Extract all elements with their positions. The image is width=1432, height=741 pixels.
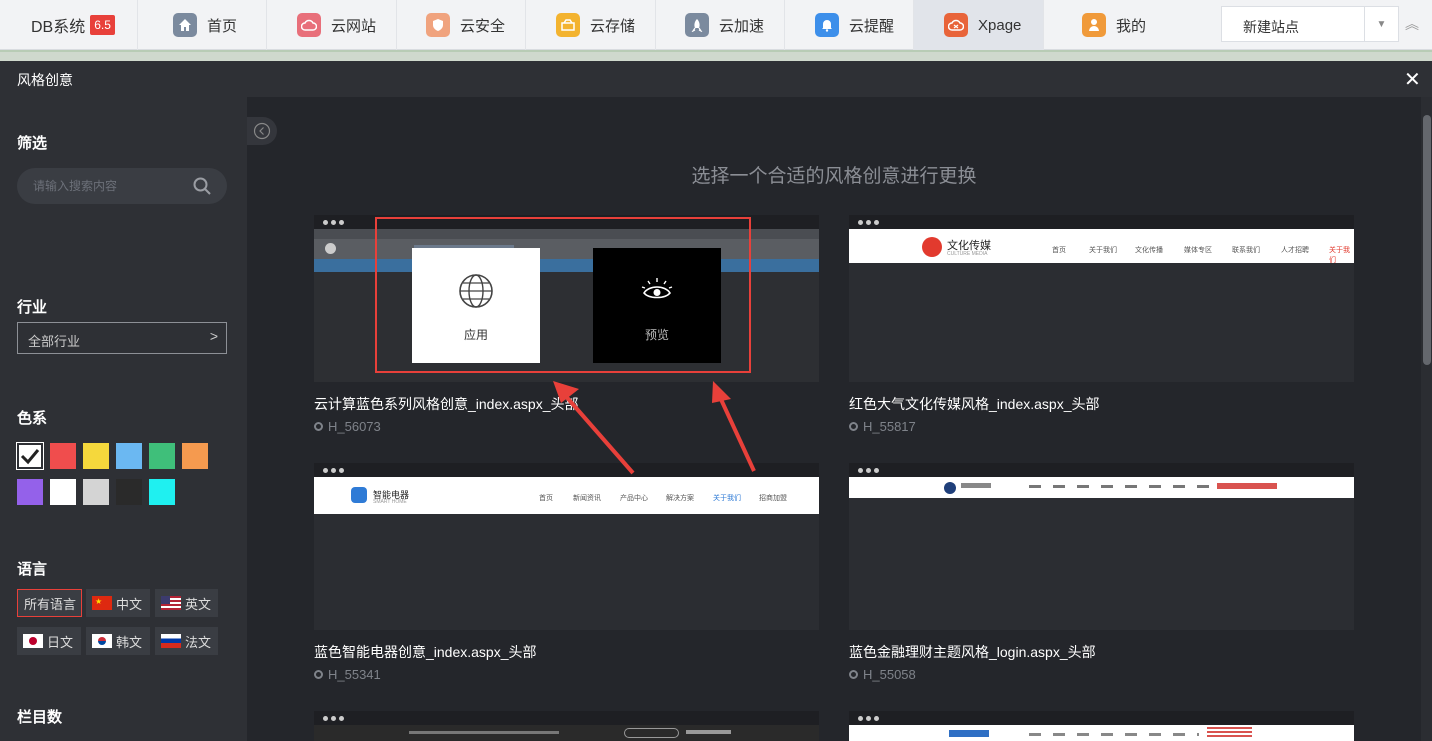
- search-icon[interactable]: [193, 177, 211, 195]
- bell-icon: [815, 13, 839, 37]
- cloud-icon: [297, 13, 321, 37]
- modal-title: 风格创意: [17, 72, 73, 88]
- industry-select[interactable]: 全部行业 >: [17, 322, 227, 354]
- color-swatch-white[interactable]: [50, 479, 76, 505]
- color-swatch-cyan[interactable]: [149, 479, 175, 505]
- nav-item-xpage[interactable]: Xpage: [914, 0, 1044, 50]
- nav-item-cloud-storage[interactable]: 云存储: [526, 0, 656, 50]
- china-flag-icon: ★: [92, 596, 112, 610]
- nav-label: 云存储: [590, 17, 636, 35]
- lang-english[interactable]: 英文: [155, 589, 218, 617]
- nav-label: 我的: [1116, 17, 1147, 35]
- nav-item-cloud-website[interactable]: 云网站: [267, 0, 397, 50]
- industry-title: 行业: [17, 299, 48, 316]
- color-swatch-orange[interactable]: [182, 443, 208, 469]
- language-title: 语言: [17, 561, 48, 578]
- lang-japanese[interactable]: 日文: [17, 627, 81, 655]
- user-icon: [1082, 13, 1106, 37]
- lang-label: 中文: [116, 596, 143, 612]
- japan-flag-icon: [23, 634, 43, 648]
- usa-flag-icon: [161, 596, 181, 610]
- nav-label: 云加速: [719, 17, 765, 35]
- style-gallery: 选择一个合适的风格创意进行更换 应用 预览 云计算蓝色系列风格创意_index.…: [247, 97, 1421, 741]
- nav-label: Xpage: [978, 16, 1022, 34]
- nav-item-cloud-security[interactable]: 云安全: [397, 0, 526, 50]
- version-badge: 6.5: [90, 15, 115, 35]
- site-select[interactable]: 新建站点 ▼: [1221, 6, 1399, 42]
- color-swatch-gray[interactable]: [83, 479, 109, 505]
- page-strip: [0, 50, 1432, 61]
- lang-label: 英文: [185, 596, 212, 612]
- color-swatch-green[interactable]: [149, 443, 175, 469]
- nav-item-home[interactable]: 首页: [138, 0, 267, 50]
- column-count-title: 栏目数: [17, 709, 63, 726]
- lang-french[interactable]: 法文: [155, 627, 218, 655]
- lang-korean[interactable]: 韩文: [86, 627, 150, 655]
- top-navigation-bar: DB系统 6.5 首页 云网站 云安全 云存储 云加速 云提醒 Xpage 我的…: [0, 0, 1432, 50]
- russia-flag-icon: [161, 634, 181, 648]
- site-select-value: 新建站点: [1243, 19, 1299, 35]
- color-swatch-red[interactable]: [50, 443, 76, 469]
- nav-item-cloud-acceleration[interactable]: 云加速: [656, 0, 785, 50]
- nav-label: 云网站: [331, 17, 377, 35]
- nav-item-mine[interactable]: 我的: [1044, 0, 1174, 50]
- lang-label: 韩文: [116, 634, 143, 650]
- shield-icon: [426, 13, 450, 37]
- storage-icon: [556, 13, 580, 37]
- korea-flag-icon: [92, 634, 112, 648]
- color-swatch-purple[interactable]: [17, 479, 43, 505]
- industry-value: 全部行业: [28, 334, 81, 349]
- lang-label: 法文: [185, 634, 212, 650]
- color-title: 色系: [17, 410, 48, 427]
- rocket-icon: [685, 13, 709, 37]
- color-swatch-black[interactable]: [116, 479, 142, 505]
- nav-item-cloud-reminder[interactable]: 云提醒: [785, 0, 914, 50]
- check-icon: [20, 449, 40, 465]
- content-scrollbar[interactable]: [1421, 97, 1432, 741]
- nav-label: 云提醒: [849, 17, 895, 35]
- annotation-arrows: [553, 381, 756, 475]
- nav-label: 首页: [207, 17, 238, 35]
- close-icon[interactable]: ✕: [1404, 67, 1421, 92]
- scrollbar-thumb[interactable]: [1423, 115, 1431, 365]
- chevron-right-icon: >: [209, 328, 218, 344]
- color-swatch-light-blue[interactable]: [116, 443, 142, 469]
- lang-label: 日文: [47, 634, 74, 650]
- nav-label: 云安全: [460, 17, 506, 35]
- home-icon: [173, 13, 197, 37]
- modal-header: 风格创意 ✕: [0, 61, 1432, 97]
- lang-label: 所有语言: [24, 596, 77, 612]
- lang-all[interactable]: 所有语言: [17, 589, 82, 617]
- color-swatch-yellow[interactable]: [83, 443, 109, 469]
- color-swatch-white-selected[interactable]: [16, 442, 44, 470]
- filter-sidebar: 筛选 行业 全部行业 > 色系 语言 所有语言 ★ 中文 英文 日文 韩文 法文…: [0, 97, 247, 741]
- lang-chinese[interactable]: ★ 中文: [86, 589, 150, 617]
- xpage-icon: [944, 13, 968, 37]
- brand-logo[interactable]: DB系统 6.5: [0, 0, 138, 50]
- collapse-up-icon[interactable]: ︽: [1405, 14, 1419, 34]
- dropdown-arrow-icon[interactable]: ▼: [1364, 7, 1398, 41]
- filter-title: 筛选: [17, 135, 48, 152]
- brand-name: DB系统: [31, 19, 86, 36]
